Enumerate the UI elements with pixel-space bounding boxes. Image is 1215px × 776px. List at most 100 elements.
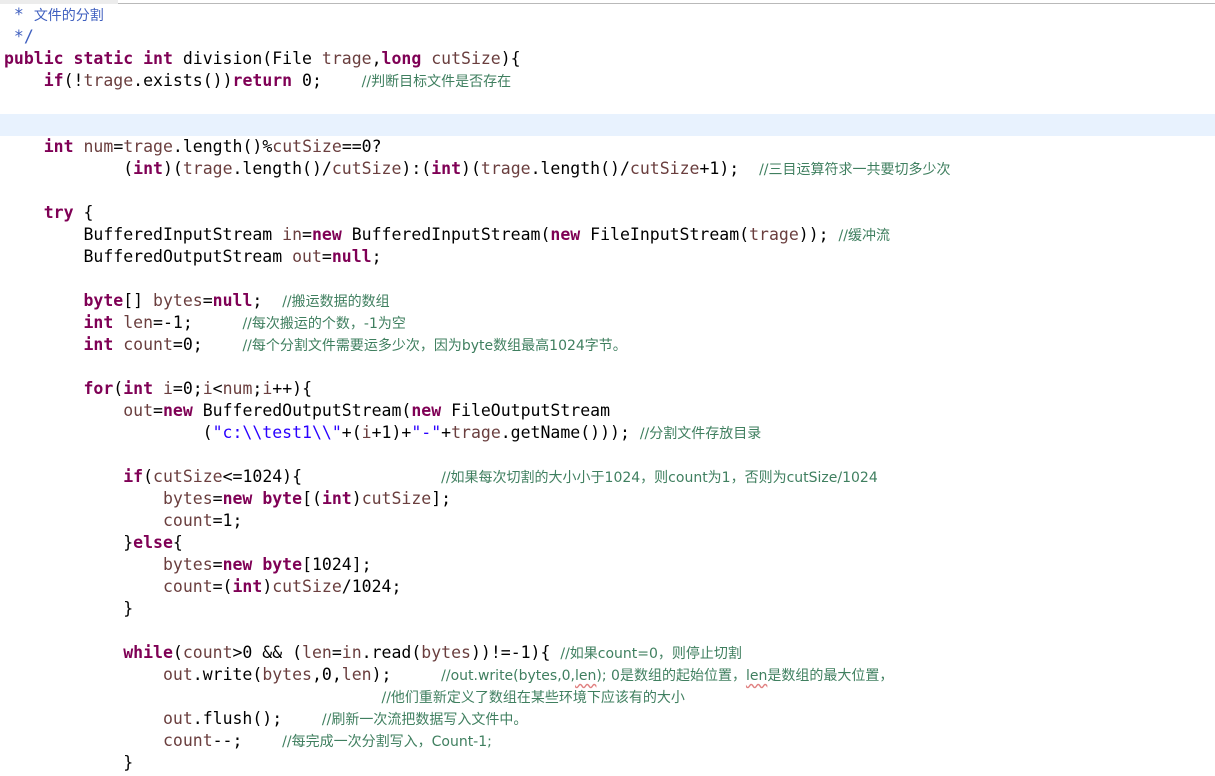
- code-token: ); 0是数组的起始位置，: [596, 668, 746, 684]
- code-line[interactable]: count--; //每完成一次分割写入，Count-1;: [0, 730, 1215, 752]
- code-token: long: [381, 49, 422, 68]
- code-token: =: [113, 137, 124, 156]
- code-token: for: [83, 379, 114, 398]
- code-token: int: [83, 313, 114, 332]
- code-line[interactable]: }: [0, 598, 1215, 620]
- code-token: =: [212, 489, 223, 508]
- code-line[interactable]: if(cutSize<=1024){ //如果每次切割的大小小于1024，则co…: [0, 466, 1215, 488]
- code-token: +(: [341, 423, 362, 442]
- code-line[interactable]: int count=0; //每个分割文件需要运多少次，因为byte数组最高10…: [0, 334, 1215, 356]
- code-token: //如果count=0，则停止切割: [560, 646, 742, 662]
- code-line[interactable]: bytes=new byte[1024];: [0, 554, 1215, 576]
- code-line[interactable]: [0, 444, 1215, 466]
- code-token: trage: [451, 423, 501, 442]
- code-line[interactable]: out.write(bytes,0,len); //out.write(byte…: [0, 664, 1215, 686]
- code-line-text: BufferedOutputStream out=null;: [4, 246, 381, 268]
- code-token: out: [162, 709, 193, 728]
- code-token: ,0,: [311, 665, 342, 684]
- code-line[interactable]: }else{: [0, 532, 1215, 554]
- code-line[interactable]: BufferedOutputStream out=null;: [0, 246, 1215, 268]
- code-token: >0 && (: [232, 643, 303, 662]
- code-token: }: [4, 533, 134, 552]
- code-token: byte: [262, 555, 303, 574]
- code-token: new: [222, 555, 253, 574]
- code-token: else: [133, 533, 173, 552]
- code-line[interactable]: public static int division(File trage,lo…: [0, 48, 1215, 70]
- code-token: //每完成一次分割写入，Count-1;: [282, 734, 492, 750]
- code-token: ++){: [272, 379, 313, 398]
- code-token: FileInputStream(: [580, 225, 750, 244]
- code-token: [1024];: [302, 555, 372, 574]
- code-token: =: [321, 247, 332, 266]
- code-line[interactable]: count=(int)cutSize/1024;: [0, 576, 1215, 598]
- code-token: new: [222, 489, 253, 508]
- code-editor[interactable]: * 文件的分割 */ public static int division(Fil…: [0, 4, 1215, 776]
- code-line[interactable]: [0, 92, 1215, 114]
- code-token: if: [123, 467, 144, 486]
- code-token: new: [311, 225, 342, 244]
- code-token: +1);: [699, 159, 760, 178]
- code-token: i: [202, 379, 213, 398]
- code-token: bytes: [162, 555, 213, 574]
- code-line[interactable]: BufferedInputStream in=new BufferedInput…: [0, 224, 1215, 246]
- code-token: (: [172, 643, 183, 662]
- code-token: len: [123, 313, 154, 332]
- code-token: //搬运数据的数组: [282, 294, 390, 310]
- code-line[interactable]: count=1;: [0, 510, 1215, 532]
- code-line[interactable]: int len=-1; //每次搬运的个数，-1为空: [0, 312, 1215, 334]
- code-line[interactable]: }: [0, 752, 1215, 774]
- code-line[interactable]: out=new BufferedOutputStream(new FileOut…: [0, 400, 1215, 422]
- code-line-text: ("c:\\test1\\"+(i+1)+"-"+trage.getName()…: [4, 422, 762, 445]
- code-token: //每次搬运的个数，-1为空: [242, 316, 406, 332]
- code-line-text: bytes=new byte[1024];: [4, 554, 372, 576]
- code-token: count: [182, 643, 233, 662]
- code-token: byte: [262, 489, 303, 508]
- code-line[interactable]: byte[] bytes=null; //搬运数据的数组: [0, 290, 1215, 312]
- code-line[interactable]: if(!trage.exists())return 0; //判断目标文件是否存…: [0, 70, 1215, 92]
- code-line[interactable]: * 文件的分割: [0, 4, 1215, 26]
- code-token: ):(: [401, 159, 432, 178]
- code-token: //刷新一次流把数据写入文件中。: [321, 712, 528, 728]
- code-token: ){: [500, 49, 521, 68]
- code-line[interactable]: try {: [0, 202, 1215, 224]
- code-token: return: [232, 71, 293, 90]
- code-token: BufferedInputStream(: [341, 225, 551, 244]
- code-line-text: //他们重新定义了数组在某些环境下应该有的大小: [4, 686, 685, 709]
- code-line[interactable]: out.flush(); //刷新一次流把数据写入文件中。: [0, 708, 1215, 730]
- code-line-text: public static int division(File trage,lo…: [4, 48, 521, 70]
- code-token: +1)+: [371, 423, 412, 442]
- code-line[interactable]: while(count>0 && (len=in.read(bytes))!=-…: [0, 642, 1215, 664]
- code-line[interactable]: //他们重新定义了数组在某些环境下应该有的大小: [0, 686, 1215, 708]
- current-line[interactable]: [0, 114, 1215, 136]
- code-token: (: [4, 159, 134, 178]
- code-token: FileOutputStream: [441, 401, 611, 420]
- code-token: //缓冲流: [838, 228, 890, 244]
- code-line[interactable]: */: [0, 26, 1215, 48]
- code-token: .flush();: [192, 709, 322, 728]
- code-token: in: [341, 643, 362, 662]
- code-token: ): [262, 577, 273, 596]
- code-line[interactable]: for(int i=0;i<num;i++){: [0, 378, 1215, 400]
- code-token: }: [4, 753, 134, 772]
- code-token: num: [83, 137, 114, 156]
- code-token: =0;: [172, 379, 203, 398]
- code-token: trage: [321, 49, 372, 68]
- code-line[interactable]: [0, 268, 1215, 290]
- code-line[interactable]: ("c:\\test1\\"+(i+1)+"-"+trage.getName()…: [0, 422, 1215, 444]
- code-token: out: [123, 401, 154, 420]
- code-line[interactable]: [0, 180, 1215, 202]
- code-line[interactable]: bytes=new byte[(int)cutSize];: [0, 488, 1215, 510]
- code-line[interactable]: [0, 620, 1215, 642]
- code-token: trage: [749, 225, 799, 244]
- code-token: trage: [83, 71, 134, 90]
- code-token: {: [73, 203, 94, 222]
- code-line[interactable]: [0, 356, 1215, 378]
- code-line[interactable]: int num=trage.length()%cutSize==0?: [0, 136, 1215, 158]
- code-line[interactable]: (int)(trage.length()/cutSize):(int)(trag…: [0, 158, 1215, 180]
